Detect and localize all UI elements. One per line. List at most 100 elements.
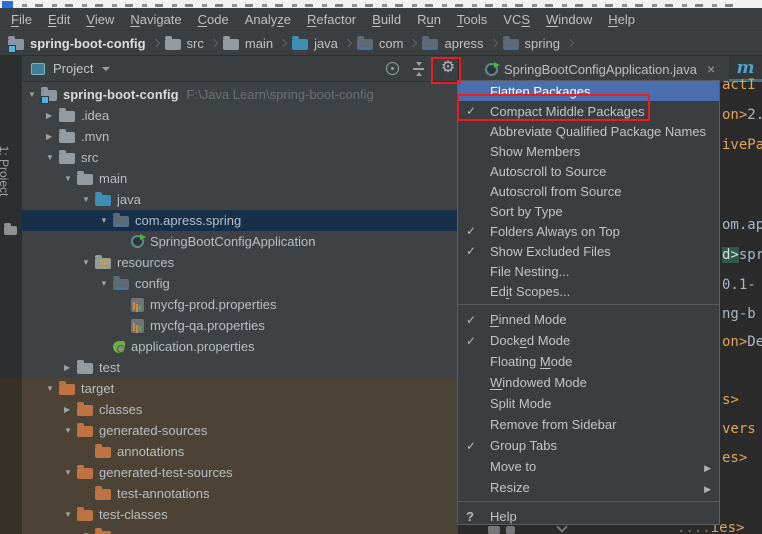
tab-springbootconfigapplication-java[interactable]: SpringBootConfigApplication.java — [485, 56, 715, 82]
collapse-arrow-icon[interactable] — [62, 468, 77, 477]
menu-item-flatten-packages[interactable]: Flatten Packages — [458, 81, 719, 101]
menu-run[interactable]: Run — [409, 12, 449, 27]
project-toolwindow-label: 1: Project — [0, 146, 11, 197]
expand-arrow-icon[interactable] — [62, 405, 77, 414]
panel-title[interactable]: Project — [53, 61, 93, 76]
tree-row-mycfg-prod-properties[interactable]: mycfg-prod.properties — [22, 294, 458, 315]
menu-file[interactable]: File — [3, 12, 40, 27]
tree-row-resources[interactable]: resources — [22, 252, 458, 273]
menu-navigate[interactable]: Navigate — [122, 12, 189, 27]
menu-view[interactable]: View — [78, 12, 122, 27]
menu-item-abbreviate-qualified-package-names[interactable]: Abbreviate Qualified Package Names — [458, 121, 719, 141]
package-icon — [503, 39, 519, 50]
menu-item-remove-from-sidebar[interactable]: Remove from Sidebar — [458, 414, 719, 435]
collapse-arrow-icon[interactable] — [80, 258, 95, 267]
tree-row-generated-sources[interactable]: generated-sources — [22, 420, 458, 441]
tree-row-application-properties[interactable]: application.properties — [22, 336, 458, 357]
menu-item-sort-by-type[interactable]: Sort by Type — [458, 201, 719, 221]
tree-row-annotations[interactable]: annotations — [22, 441, 458, 462]
collapse-arrow-icon[interactable] — [26, 90, 41, 99]
checkmark-icon — [466, 334, 490, 348]
menu-analyze[interactable]: Analyze — [237, 12, 299, 27]
menu-item-show-excluded-files[interactable]: Show Excluded Files — [458, 241, 719, 261]
tree-row-com-apress-spring[interactable]: com.apress.spring — [22, 210, 458, 231]
menu-item-floating-mode[interactable]: Floating Mode — [458, 351, 719, 372]
collapse-arrow-icon[interactable] — [98, 216, 113, 225]
menu-item-file-nesting[interactable]: File Nesting... — [458, 261, 719, 281]
breadcrumb-spring[interactable]: spring — [503, 36, 560, 51]
breadcrumb-java[interactable]: java — [292, 36, 338, 51]
tab-pom-maven[interactable]: m — [729, 56, 762, 82]
collapse-all-icon[interactable] — [412, 62, 426, 76]
collapse-arrow-icon[interactable] — [44, 153, 59, 162]
menu-code[interactable]: Code — [190, 12, 237, 27]
tree-row-spring-boot-config[interactable]: spring-boot-configF:\Java Learn\spring-b… — [22, 84, 458, 105]
menu-item-label: Pinned Mode — [490, 312, 711, 327]
breadcrumb-apress[interactable]: apress — [422, 36, 483, 51]
menu-item-windowed-mode[interactable]: Windowed Mode — [458, 372, 719, 393]
menu-build[interactable]: Build — [364, 12, 409, 27]
tree-row-java[interactable]: java — [22, 189, 458, 210]
collapse-arrow-icon[interactable] — [62, 426, 77, 435]
tree-row-partial[interactable] — [22, 525, 458, 534]
tree-row-main[interactable]: main — [22, 168, 458, 189]
menu-item-pinned-mode[interactable]: Pinned Mode — [458, 309, 719, 330]
expand-arrow-icon[interactable] — [62, 363, 77, 372]
menu-item-split-mode[interactable]: Split Mode — [458, 393, 719, 414]
locate-icon[interactable] — [386, 62, 399, 75]
menu-window[interactable]: Window — [538, 12, 600, 27]
tree-row-generated-test-sources[interactable]: generated-test-sources — [22, 462, 458, 483]
menu-edit[interactable]: Edit — [40, 12, 78, 27]
settings-gear-icon[interactable] — [439, 58, 457, 78]
menu-item-label: Folders Always on Top — [490, 224, 711, 239]
tree-row-mvn[interactable]: .mvn — [22, 126, 458, 147]
breadcrumb-com[interactable]: com — [357, 36, 404, 51]
menu-item-show-members[interactable]: Show Members — [458, 141, 719, 161]
menu-refactor[interactable]: Refactor — [299, 12, 364, 27]
tree-row-target[interactable]: target — [22, 378, 458, 399]
menu-item-group-tabs[interactable]: Group Tabs — [458, 435, 719, 456]
tree-row-classes[interactable]: classes — [22, 399, 458, 420]
tree-row-springbootconfigapplication[interactable]: SpringBootConfigApplication — [22, 231, 458, 252]
collapse-arrow-icon[interactable] — [62, 510, 77, 519]
breadcrumb-src[interactable]: src — [165, 36, 204, 51]
tree-item-label: com.apress.spring — [135, 213, 241, 228]
menu-separator — [458, 501, 719, 502]
menu-item-resize[interactable]: Resize — [458, 477, 719, 498]
menu-item-help[interactable]: Help — [458, 506, 719, 525]
menu-tools[interactable]: Tools — [449, 12, 495, 27]
breadcrumb-spring-boot-config[interactable]: spring-boot-config — [8, 36, 146, 51]
expand-arrow-icon[interactable] — [44, 111, 59, 120]
project-root-icon — [8, 39, 24, 50]
collapse-arrow-icon[interactable] — [44, 384, 59, 393]
breadcrumb-main[interactable]: main — [223, 36, 273, 51]
menu-item-label: Abbreviate Qualified Package Names — [490, 124, 711, 139]
menu-item-folders-always-on-top[interactable]: Folders Always on Top — [458, 221, 719, 241]
tree-row-idea[interactable]: .idea — [22, 105, 458, 126]
menu-item-move-to[interactable]: Move to — [458, 456, 719, 477]
menu-item-label: Resize — [490, 480, 704, 495]
menu-item-autoscroll-from-source[interactable]: Autoscroll from Source — [458, 181, 719, 201]
chevron-down-icon[interactable] — [102, 67, 110, 71]
tree-row-config[interactable]: config — [22, 273, 458, 294]
tree-row-test-annotations[interactable]: test-annotations — [22, 483, 458, 504]
collapse-arrow-icon[interactable] — [98, 279, 113, 288]
project-toolwindow-button[interactable]: 1: Project — [0, 126, 22, 236]
properties-file-icon — [131, 319, 144, 333]
menu-vcs[interactable]: VCS — [495, 12, 538, 27]
tree-row-test[interactable]: test — [22, 357, 458, 378]
menu-item-edit-scopes[interactable]: Edit Scopes... — [458, 281, 719, 301]
intellij-window: FileEditViewNavigateCodeAnalyzeRefactorB… — [0, 0, 762, 534]
collapse-arrow-icon[interactable] — [62, 174, 77, 183]
expand-arrow-icon[interactable] — [44, 132, 59, 141]
tree-row-src[interactable]: src — [22, 147, 458, 168]
tree-row-mycfg-qa-properties[interactable]: mycfg-qa.properties — [22, 315, 458, 336]
tree-row-test-classes[interactable]: test-classes — [22, 504, 458, 525]
menu-help[interactable]: Help — [600, 12, 643, 27]
menu-item-compact-middle-packages[interactable]: Compact Middle Packages — [458, 101, 719, 121]
checkmark-icon — [466, 244, 490, 258]
close-icon[interactable] — [707, 61, 715, 77]
menu-item-docked-mode[interactable]: Docked Mode — [458, 330, 719, 351]
collapse-arrow-icon[interactable] — [80, 195, 95, 204]
menu-item-autoscroll-to-source[interactable]: Autoscroll to Source — [458, 161, 719, 181]
